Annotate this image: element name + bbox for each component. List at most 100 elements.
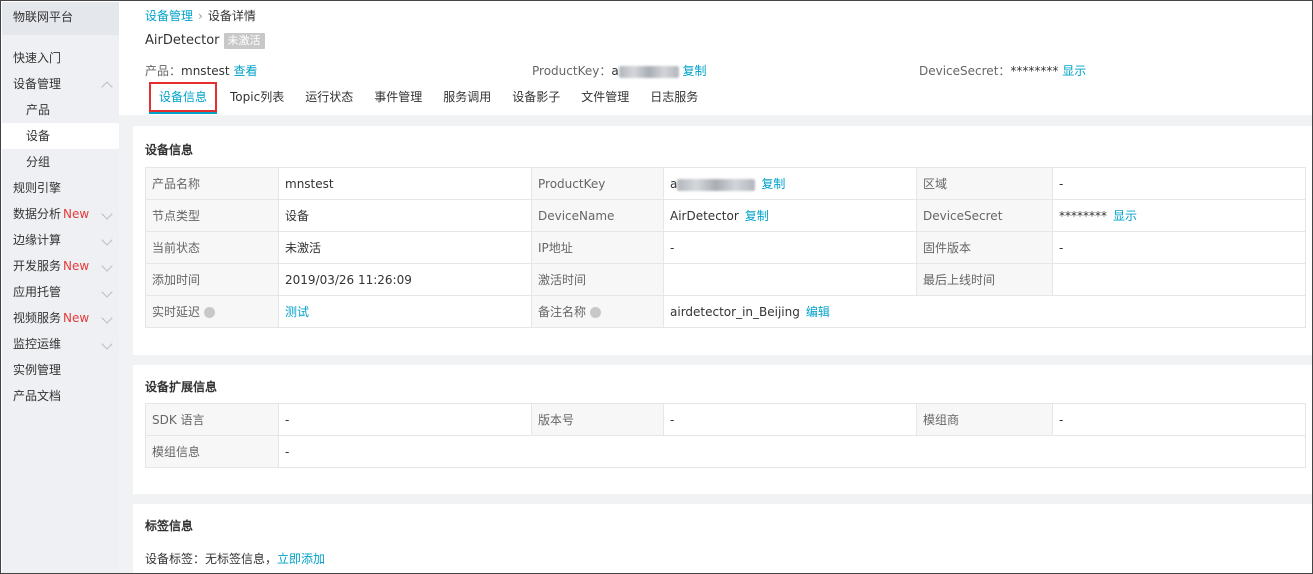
value-text: - <box>1059 240 1064 255</box>
product-meta: 产品：mnstest 查看 <box>145 62 257 79</box>
sidebar-item[interactable]: 视频服务 New <box>2 305 119 331</box>
copy-productkey-link[interactable]: 复制 <box>683 64 707 78</box>
tags-label: 设备标签：无标签信息， <box>145 552 278 566</box>
label-text: IP地址 <box>538 241 573 255</box>
help-icon[interactable] <box>204 307 216 318</box>
label-text: 节点类型 <box>152 209 201 223</box>
field-value: a 复制 <box>663 167 917 200</box>
field-label: ProductKey <box>531 167 664 200</box>
tab[interactable]: 事件管理 <box>366 82 430 112</box>
label-text: 实时延迟 <box>152 305 201 319</box>
sidebar-item[interactable]: 数据分析 New <box>2 201 119 227</box>
chevron-down-icon <box>101 338 113 350</box>
field-label: 实时延迟 <box>145 295 279 328</box>
sidebar-item[interactable]: 分组 <box>2 149 119 175</box>
productkey-prefix: a <box>611 64 619 78</box>
action-link[interactable]: 复制 <box>745 209 769 223</box>
sidebar-item[interactable]: 开发服务 New <box>2 253 119 279</box>
sidebar-item-label: 设备管理 <box>13 77 62 91</box>
new-badge: New <box>63 259 90 273</box>
help-icon[interactable] <box>590 307 602 318</box>
table-row: 添加时间 2019/03/26 11:26:09 激活时间 最后上线时间 <box>145 263 1306 296</box>
sidebar-item[interactable]: 快速入门 <box>2 45 119 71</box>
label-text: 版本号 <box>538 413 575 427</box>
label-text: 最后上线时间 <box>923 273 996 287</box>
sidebar-item-label: 规则引擎 <box>13 181 62 195</box>
tags-title: 标签信息 <box>145 519 194 533</box>
device-info-table: 产品名称 mnstest ProductKey a 复制 区域 - 节点类型 设备 DeviceN… <box>145 167 1306 328</box>
show-devicesecret-link[interactable]: 显示 <box>1062 64 1086 78</box>
page-title: AirDetector 未激活 <box>145 33 265 49</box>
field-value <box>663 263 917 296</box>
product-label: 产品： <box>145 64 182 78</box>
action-link[interactable]: 测试 <box>285 305 309 319</box>
sidebar-item[interactable]: 监控运维 <box>2 331 119 357</box>
tags-card: 标签信息 设备标签：无标签信息，立即添加 <box>133 504 1312 573</box>
value-text: - <box>1059 176 1064 191</box>
field-value: mnstest <box>278 167 532 200</box>
sidebar-item[interactable]: 设备 <box>2 123 119 149</box>
sidebar-item[interactable]: 实例管理 <box>2 357 119 383</box>
action-link[interactable]: 编辑 <box>806 305 830 319</box>
add-tag-link[interactable]: 立即添加 <box>277 552 325 566</box>
chevron-down-icon <box>101 312 113 324</box>
field-value: 设备 <box>278 199 532 232</box>
field-label: 固件版本 <box>916 231 1053 264</box>
field-value: 2019/03/26 11:26:09 <box>278 263 532 296</box>
breadcrumb-device-management[interactable]: 设备管理 <box>145 9 193 23</box>
chevron-down-icon <box>101 234 113 246</box>
sidebar-item-label: 数据分析 <box>13 207 62 221</box>
label-text: DeviceSecret <box>923 208 1003 223</box>
sidebar-title: 物联网平台 <box>2 2 119 35</box>
sidebar: 物联网平台 快速入门 设备管理 产品 设备 分组 规则引擎 数据分析 New 边缘计算 开发服务 N… <box>2 2 119 573</box>
label-text: 激活时间 <box>538 273 587 287</box>
label-text: 当前状态 <box>152 241 201 255</box>
devicesecret-value: ******** <box>1010 64 1059 78</box>
value-text: - <box>670 240 675 255</box>
sidebar-item[interactable]: 边缘计算 <box>2 227 119 253</box>
product-value: mnstest <box>181 64 230 78</box>
label-text: 添加时间 <box>152 273 201 287</box>
tab[interactable]: 设备信息 <box>149 82 218 114</box>
sidebar-item[interactable]: 规则引擎 <box>2 175 119 201</box>
sidebar-item[interactable]: 应用托管 <box>2 279 119 305</box>
chevron-down-icon <box>101 208 113 220</box>
field-value: - <box>663 403 917 436</box>
tab[interactable]: 设备影子 <box>504 82 568 112</box>
field-value: 测试 <box>278 295 532 328</box>
field-value: AirDetector 复制 <box>663 199 917 232</box>
field-label: SDK 语言 <box>145 403 279 436</box>
sidebar-item-label: 设备 <box>26 129 51 143</box>
tab[interactable]: 服务调用 <box>435 82 499 112</box>
tab[interactable]: 日志服务 <box>642 82 706 112</box>
field-value: airdetector_in_Beijing 编辑 <box>663 295 1306 328</box>
field-value: ******** 显示 <box>1052 199 1306 232</box>
table-row: 产品名称 mnstest ProductKey a 复制 区域 - <box>145 167 1306 200</box>
view-product-link[interactable]: 查看 <box>233 64 257 78</box>
sidebar-item-label: 视频服务 <box>13 311 62 325</box>
field-value: - <box>1052 403 1306 436</box>
label-text: 模组信息 <box>152 445 201 459</box>
tab[interactable]: 文件管理 <box>573 82 637 112</box>
sidebar-item[interactable]: 产品 <box>2 97 119 123</box>
action-link[interactable]: 显示 <box>1113 209 1137 223</box>
tab[interactable]: 运行状态 <box>297 82 361 112</box>
action-link[interactable]: 复制 <box>761 177 785 191</box>
chevron-down-icon <box>101 260 113 272</box>
value-text: - <box>670 412 675 427</box>
new-badge: New <box>63 207 90 221</box>
sidebar-item-label: 监控运维 <box>13 337 62 351</box>
tab[interactable]: Topic列表 <box>222 82 292 112</box>
sidebar-item-label: 快速入门 <box>13 51 62 65</box>
devicesecret-meta: DeviceSecret：******** 显示 <box>919 62 1086 79</box>
chevron-down-icon <box>101 286 113 298</box>
productkey-masked <box>618 65 679 78</box>
field-label: DeviceSecret <box>916 199 1053 232</box>
field-label: IP地址 <box>531 231 664 264</box>
sidebar-item[interactable]: 产品文档 <box>2 383 119 409</box>
label-text: 模组商 <box>923 413 960 427</box>
field-value: - <box>278 435 1306 468</box>
device-ext-title: 设备扩展信息 <box>145 380 218 394</box>
sidebar-item[interactable]: 设备管理 <box>2 71 119 97</box>
device-name: AirDetector <box>145 33 220 48</box>
